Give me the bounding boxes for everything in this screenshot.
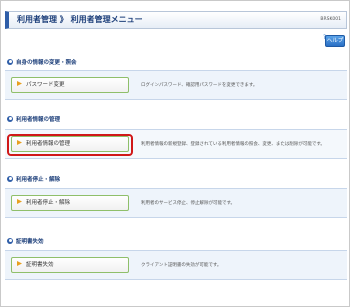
bullet-icon: [7, 58, 13, 65]
section-heading-user-management: 利用者情報の管理: [7, 115, 60, 125]
page-title-bar: 利用者管理 》 利用者管理メニュー BRSK001: [5, 11, 347, 29]
arrow-right-icon: [17, 199, 22, 204]
page-title: 利用者管理 》 利用者管理メニュー: [17, 15, 143, 24]
section-description: クライアント証明書の失効が可能です。: [141, 263, 222, 268]
highlight-box: [7, 134, 133, 156]
section-heading-label: 利用者情報の管理: [16, 117, 61, 123]
page-frame: 利用者管理 》 利用者管理メニュー BRSK001 ? ヘルプ 自身の情報の変更…: [0, 0, 350, 307]
section-description: 利用者情報の新規登録、登録されている利用者情報の照会、変更、または削除が可能です…: [141, 142, 325, 147]
bullet-icon: [7, 115, 13, 122]
user-suspend-button[interactable]: 利用者停止・解除: [11, 195, 129, 211]
section-heading-certificate-revoke: 証明書失効: [7, 237, 44, 247]
help-button[interactable]: ? ヘルプ: [323, 34, 345, 47]
bullet-icon: [7, 175, 13, 182]
help-label: ヘルプ: [326, 38, 344, 44]
certificate-revoke-button[interactable]: 証明書失効: [11, 257, 129, 273]
password-change-button[interactable]: パスワード変更: [11, 77, 129, 93]
button-label: 利用者停止・解除: [26, 200, 71, 206]
section-heading-label: 利用者停止・解除: [16, 177, 61, 183]
bullet-icon: [7, 237, 13, 244]
section-panel-certificate-revoke: 証明書失効 クライアント証明書の失効が可能です。: [5, 250, 347, 280]
section-heading-self-info: 自身の情報の変更・照会: [7, 58, 77, 68]
arrow-right-icon: [17, 81, 22, 86]
section-panel-user-suspend: 利用者停止・解除 利用者のサービス停止、停止解除が可能です。: [5, 188, 347, 218]
screen-id: BRSK001: [320, 17, 341, 22]
section-panel-self-info: パスワード変更 ログインパスワード、確認用パスワードを変更できます。: [5, 70, 347, 100]
help-icon: ?: [323, 34, 327, 41]
arrow-right-icon: [17, 261, 22, 266]
button-label: パスワード変更: [26, 82, 65, 88]
section-description: 利用者のサービス停止、停止解除が可能です。: [141, 201, 236, 206]
section-heading-label: 証明書失効: [16, 239, 44, 245]
button-label: 証明書失効: [26, 262, 54, 268]
section-description: ログインパスワード、確認用パスワードを変更できます。: [141, 83, 258, 88]
section-heading-label: 自身の情報の変更・照会: [16, 60, 77, 66]
section-heading-user-suspend: 利用者停止・解除: [7, 175, 60, 185]
